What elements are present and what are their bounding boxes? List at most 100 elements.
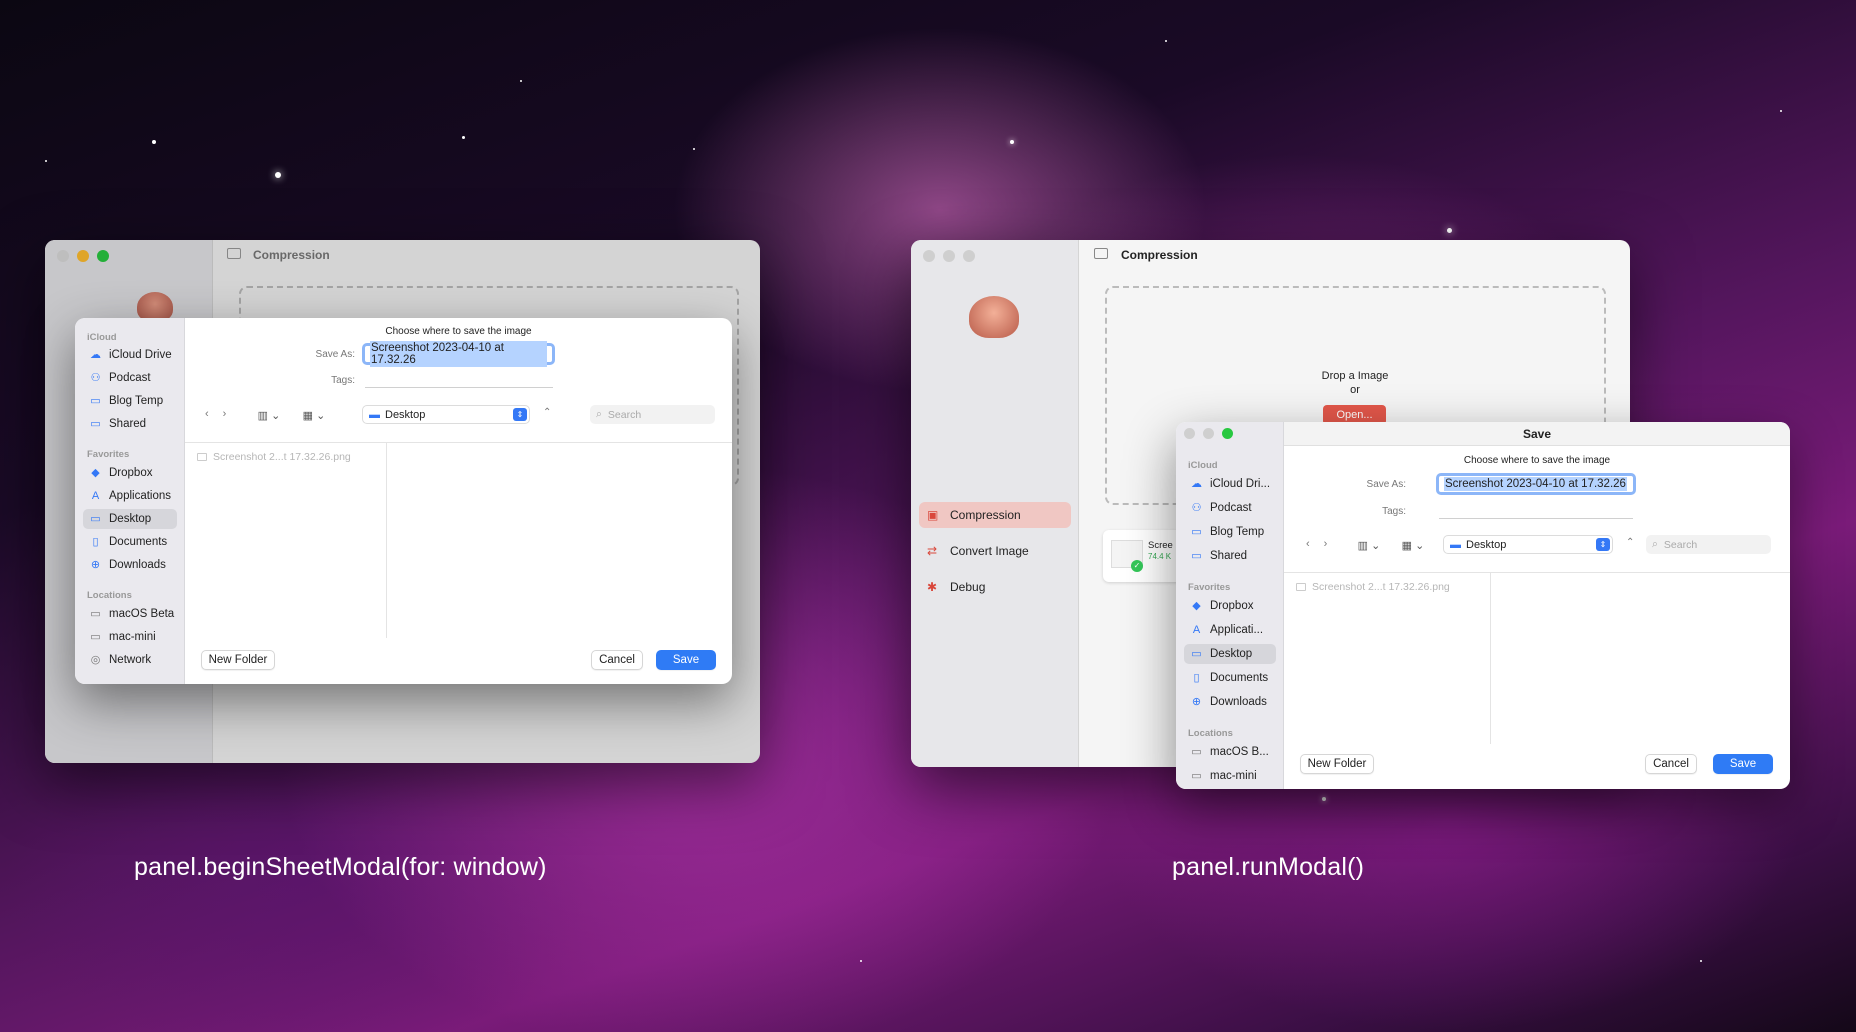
- sidebar-item-blog-temp[interactable]: ▭ Blog Temp: [1184, 522, 1270, 542]
- column-view-icon: ▥ ⌄: [257, 409, 281, 422]
- debug-icon: ✱: [927, 580, 938, 594]
- maximize-button[interactable]: [1222, 428, 1233, 439]
- sidebar-item-network[interactable]: ◎ Network: [83, 650, 157, 670]
- sidebar-item-podcast[interactable]: ⚇ Podcast: [83, 368, 157, 388]
- nav-item-debug[interactable]: ✱ Debug: [919, 574, 993, 600]
- sidebar-item-blog-temp[interactable]: ▭ Blog Temp: [83, 391, 169, 411]
- success-check-icon: ✓: [1131, 560, 1143, 572]
- chevron-right-icon[interactable]: ›: [1324, 538, 1328, 550]
- grid-view-icon: ▦ ⌄: [1401, 539, 1425, 552]
- star: [693, 148, 695, 150]
- sidebar-item-label: Shared: [109, 418, 147, 430]
- applications-icon: A: [1192, 623, 1201, 636]
- sidebar-item-desktop[interactable]: ▭ Desktop: [83, 509, 177, 529]
- column-view-icon: ▥ ⌄: [1357, 539, 1381, 552]
- grid-view-button[interactable]: ▦ ⌄: [297, 406, 331, 424]
- sidebar-header-favorites: Favorites: [1188, 582, 1231, 593]
- save-button[interactable]: Save: [1713, 754, 1773, 774]
- location-popup[interactable]: ▬ Desktop ⇕: [362, 405, 530, 424]
- thumbnail-size: 74.4 K: [1148, 552, 1172, 561]
- search-icon: ⌕: [596, 408, 602, 420]
- grid-view-button[interactable]: ▦ ⌄: [1396, 536, 1430, 554]
- panel-sidebar: iCloud ☁ iCloud Dri... ⚇ Podcast ▭ Blog Tem…: [1176, 422, 1284, 789]
- sidebar-item-applications[interactable]: A Applications: [83, 486, 177, 506]
- convert-icon: ⇄: [927, 544, 938, 558]
- star: [275, 172, 281, 178]
- minimize-button[interactable]: [1203, 428, 1214, 439]
- nav-item-label: Convert Image: [950, 544, 1029, 558]
- sidebar-item-downloads[interactable]: ⊕ Downloads: [83, 555, 172, 575]
- file-item[interactable]: Screenshot 2...t 17.32.26.png: [1296, 581, 1450, 593]
- sidebar-item-desktop[interactable]: ▭ Desktop: [1184, 644, 1276, 664]
- sidebar-item-documents[interactable]: ▯ Documents: [1184, 668, 1274, 688]
- sidebar-item-label: Applications: [109, 490, 172, 502]
- sidebar-item-dropbox[interactable]: ◆ Dropbox: [83, 463, 158, 483]
- chevron-up-icon[interactable]: ⌃: [1626, 537, 1634, 548]
- new-folder-button[interactable]: New Folder: [201, 650, 275, 670]
- location-popup[interactable]: ▬ Desktop ⇕: [1443, 535, 1613, 554]
- sidebar-item-podcast[interactable]: ⚇ Podcast: [1184, 498, 1258, 518]
- sidebar-item-macos-beta[interactable]: ▭ macOS B...: [1184, 742, 1275, 762]
- search-placeholder: Search: [1663, 538, 1698, 551]
- sidebar-item-applications[interactable]: A Applicati...: [1184, 620, 1269, 640]
- sidebar-item-macos-beta[interactable]: ▭ macOS Beta: [83, 604, 180, 624]
- location-label: Desktop: [385, 408, 426, 421]
- or-text: or: [1350, 384, 1360, 396]
- tags-label: Tags:: [331, 375, 355, 386]
- grid-view-icon: ▦ ⌄: [302, 409, 326, 422]
- folder-icon: ▭: [90, 394, 101, 407]
- chevron-left-icon[interactable]: ‹: [205, 408, 209, 420]
- close-button[interactable]: [923, 250, 935, 262]
- sidebar-item-icloud-drive[interactable]: ☁ iCloud Drive: [83, 345, 178, 365]
- sidebar-item-label: mac-mini: [109, 631, 156, 643]
- location-label: Desktop: [1466, 538, 1507, 551]
- sidebar-item-label: Dropbox: [109, 467, 153, 479]
- tags-field[interactable]: [1439, 503, 1633, 519]
- nav-back-forward: ‹ ›: [1306, 538, 1327, 550]
- nav-item-compression[interactable]: ▣ Compression: [919, 502, 1071, 528]
- sidebar-item-label: Shared: [1210, 550, 1248, 562]
- sidebar-item-label: Network: [109, 654, 152, 666]
- sidebar-item-shared[interactable]: ▭ Shared: [1184, 546, 1253, 566]
- sidebar-item-shared[interactable]: ▭ Shared: [83, 414, 152, 434]
- new-folder-button[interactable]: New Folder: [1300, 754, 1374, 774]
- chevron-right-icon[interactable]: ›: [223, 408, 227, 420]
- sidebar-item-mac-mini[interactable]: ▭ mac-mini: [83, 627, 162, 647]
- save-as-field[interactable]: Screenshot 2023-04-10 at 17.32.26: [1436, 473, 1636, 495]
- file-browser: Screenshot 2...t 17.32.26.png: [185, 442, 732, 638]
- chevron-left-icon[interactable]: ‹: [1306, 538, 1310, 550]
- sidebar-item-mac-mini[interactable]: ▭ mac-mini: [1184, 766, 1263, 786]
- file-item[interactable]: Screenshot 2...t 17.32.26.png: [197, 451, 351, 463]
- panel-window-title: Save: [1522, 427, 1552, 441]
- minimize-button[interactable]: [943, 250, 955, 262]
- save-button[interactable]: Save: [656, 650, 716, 670]
- search-icon: ⌕: [1652, 538, 1658, 550]
- save-as-field[interactable]: Screenshot 2023-04-10 at 17.32.26: [362, 341, 555, 367]
- sidebar-toggle-icon[interactable]: [1094, 248, 1108, 259]
- window-title: Compression: [1121, 248, 1198, 262]
- sidebar-item-dropbox[interactable]: ◆ Dropbox: [1184, 596, 1259, 616]
- nav-item-convert-image[interactable]: ⇄ Convert Image: [919, 538, 1037, 564]
- sidebar-header-locations: Locations: [87, 590, 132, 601]
- column-view-button[interactable]: ▥ ⌄: [1353, 536, 1385, 554]
- search-field[interactable]: ⌕ Search: [1646, 535, 1771, 554]
- sidebar-item-documents[interactable]: ▯ Documents: [83, 532, 173, 552]
- sidebar-item-downloads[interactable]: ⊕ Downloads: [1184, 692, 1273, 712]
- sidebar-item-label: Documents: [1210, 672, 1269, 684]
- close-button[interactable]: [1184, 428, 1195, 439]
- dropbox-icon: ◆: [91, 466, 100, 479]
- chevron-up-icon[interactable]: ⌃: [543, 407, 551, 418]
- sidebar-item-icloud-drive[interactable]: ☁ iCloud Dri...: [1184, 474, 1276, 494]
- cancel-button[interactable]: Cancel: [1645, 754, 1697, 774]
- tags-field[interactable]: [365, 372, 553, 388]
- shared-folder-icon: ▭: [90, 417, 101, 430]
- nav-item-label: Compression: [950, 508, 1021, 522]
- save-panel-sheet: iCloud ☁ iCloud Drive ⚇ Podcast ▭ Blog Temp…: [75, 318, 732, 684]
- star: [152, 140, 156, 144]
- thumbnail-card[interactable]: ✓ Scree 74.4 K: [1103, 530, 1183, 582]
- cancel-button[interactable]: Cancel: [591, 650, 643, 670]
- maximize-button[interactable]: [963, 250, 975, 262]
- search-field[interactable]: ⌕ Search: [590, 405, 715, 424]
- file-name: Screenshot 2...t 17.32.26.png: [1312, 581, 1450, 593]
- column-view-button[interactable]: ▥ ⌄: [253, 406, 285, 424]
